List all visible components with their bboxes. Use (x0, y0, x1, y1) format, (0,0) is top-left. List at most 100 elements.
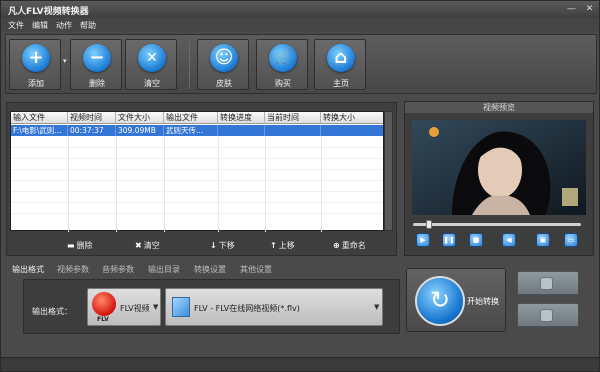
convert-arrow-icon: ↻ (415, 276, 465, 326)
seek-thumb[interactable] (426, 220, 432, 229)
add-button[interactable]: + 添加 (9, 39, 61, 90)
move-up-button[interactable]: ↑ 上移 (270, 240, 295, 251)
tab-audio-params[interactable]: 音频参数 (102, 264, 134, 275)
cell-progress (218, 125, 265, 136)
menu-bar: 文件 编辑 动作 帮助 (1, 18, 599, 32)
format-value: FLV视频 (120, 304, 150, 313)
rename-button[interactable]: ⊕ 重命名 (333, 240, 366, 251)
rename-icon: ⊕ (333, 241, 340, 250)
tab-convert-settings[interactable]: 转换设置 (194, 264, 226, 275)
folder-icon[interactable]: ▭ (564, 233, 578, 247)
grid-line (11, 158, 383, 159)
arrow-down-icon: ↓ (210, 241, 217, 250)
tab-other-settings[interactable]: 其他设置 (240, 264, 272, 275)
column-header[interactable]: 文件大小 (116, 112, 164, 124)
cell-input-file: F:\电影\武则... (11, 125, 68, 136)
profile-select[interactable]: FLV - FLV在线网络视频(*.flv) ▼ (165, 288, 383, 326)
output-format-label: 输出格式： (32, 307, 72, 316)
menu-help[interactable]: 帮助 (80, 20, 96, 31)
column-header[interactable]: 当前时间 (265, 112, 321, 124)
grid-line (265, 136, 266, 232)
grid-line (68, 136, 69, 232)
move-down-button[interactable]: ↓ 下移 (210, 240, 235, 251)
stop-icon[interactable]: ■ (469, 233, 483, 247)
smiley-icon: ☺ (210, 44, 238, 72)
grid-line (218, 136, 219, 232)
grid-line (11, 147, 383, 148)
column-header[interactable]: 输出文件 (164, 112, 218, 124)
toolbar-separator (189, 41, 190, 89)
start-convert-button[interactable]: ↻ 开始转换 (406, 268, 506, 332)
grid-line (164, 136, 165, 232)
grid-line (11, 180, 383, 181)
clear-button[interactable]: ✕ 清空 (125, 39, 177, 90)
grid-line (11, 202, 383, 203)
skin-button[interactable]: ☺ 皮肤 (197, 39, 249, 90)
menu-action[interactable]: 动作 (56, 20, 72, 31)
column-header[interactable]: 输入文件 (11, 112, 68, 124)
list-delete-label: 删除 (76, 241, 93, 250)
chevron-down-icon: ▼ (153, 303, 159, 311)
toolbar: + 添加 ▾ − 删除 ✕ 清空 ☺ 皮肤 🛒 购买 ⌂ 主页 (5, 34, 597, 94)
table-header: 输入文件 视频时间 文件大小 输出文件 转换进度 当前时间 转换大小 (11, 112, 383, 124)
menu-file[interactable]: 文件 (8, 20, 24, 31)
list-delete-button[interactable]: ▬ 删除 (67, 240, 93, 251)
grid-line (116, 136, 117, 232)
list-clear-label: 清空 (143, 241, 160, 250)
pause-convert-button[interactable] (517, 303, 579, 327)
x-icon: ✖ (135, 241, 142, 250)
format-select[interactable]: FLV FLV视频 ▼ (87, 288, 161, 326)
grid-line (11, 213, 383, 214)
video-still-image (412, 120, 586, 215)
cell-current-time (265, 125, 321, 136)
grid-line (321, 136, 322, 232)
vertical-scrollbar[interactable] (384, 111, 393, 231)
tab-output-dir[interactable]: 输出目录 (148, 264, 180, 275)
profile-value: FLV - FLV在线网络视频(*.flv) (194, 304, 300, 313)
close-button[interactable]: ✕ (584, 4, 595, 14)
home-button[interactable]: ⌂ 主页 (314, 39, 366, 90)
delete-button[interactable]: − 删除 (70, 39, 122, 90)
menu-edit[interactable]: 编辑 (32, 20, 48, 31)
skin-button-label: 皮肤 (216, 79, 232, 88)
video-frame (412, 120, 586, 215)
column-header[interactable]: 转换大小 (321, 112, 383, 124)
cell-video-time: 00:37:37 (68, 125, 116, 136)
file-table[interactable]: 输入文件 视频时间 文件大小 输出文件 转换进度 当前时间 转换大小 F:\电影… (10, 111, 384, 232)
chevron-down-icon: ▼ (374, 303, 380, 311)
home-button-label: 主页 (333, 79, 349, 88)
pause-icon[interactable]: ❚❚ (442, 233, 456, 247)
column-header[interactable]: 转换进度 (218, 112, 265, 124)
tab-video-params[interactable]: 视频参数 (57, 264, 89, 275)
home-icon: ⌂ (327, 44, 355, 72)
seek-bar[interactable] (413, 220, 581, 229)
settings-tabs: 输出格式 视频参数 音频参数 输出目录 转换设置 其他设置 (6, 262, 397, 276)
buy-button[interactable]: 🛒 购买 (256, 39, 308, 90)
cube-icon (172, 297, 190, 317)
cell-converted-size (321, 125, 383, 136)
column-header[interactable]: 视频时间 (68, 112, 116, 124)
buy-button-label: 购买 (275, 79, 291, 88)
app-title: 凡人FLV视频转换器 (8, 7, 89, 17)
minus-icon: − (83, 44, 111, 72)
flash-icon (92, 292, 116, 316)
output-settings-box: 输出格式： FLV FLV视频 ▼ FLV - FLV在线网络视频(*.flv)… (23, 279, 400, 334)
stop-convert-button[interactable] (517, 271, 579, 295)
move-down-label: 下移 (218, 241, 235, 250)
minus-icon: ▬ (67, 241, 75, 250)
list-action-bar: ▬ 删除 ✖ 清空 ↓ 下移 ↑ 上移 ⊕ 重命名 (7, 235, 396, 255)
file-list-panel: 输入文件 视频时间 文件大小 输出文件 转换进度 当前时间 转换大小 F:\电影… (6, 102, 397, 256)
preview-title: 视频预览 (405, 102, 593, 113)
flv-icon-label: FLV (97, 316, 109, 323)
video-preview-panel: 视频预览 ▶ ❚❚ ■ ◀ ▣ ▭ (404, 101, 594, 256)
list-clear-button[interactable]: ✖ 清空 (135, 240, 160, 251)
tab-output-format[interactable]: 输出格式 (12, 264, 44, 275)
title-bar: 凡人FLV视频转换器 — ✕ (1, 1, 599, 18)
snapshot-icon[interactable]: ▣ (536, 233, 550, 247)
table-row[interactable]: F:\电影\武则... 00:37:37 309.09MB 武则天传... (11, 125, 383, 136)
play-icon[interactable]: ▶ (416, 233, 430, 247)
volume-icon[interactable]: ◀ (502, 233, 516, 247)
start-convert-label: 开始转换 (467, 297, 499, 306)
minimize-button[interactable]: — (566, 4, 577, 14)
grid-line (11, 191, 383, 192)
